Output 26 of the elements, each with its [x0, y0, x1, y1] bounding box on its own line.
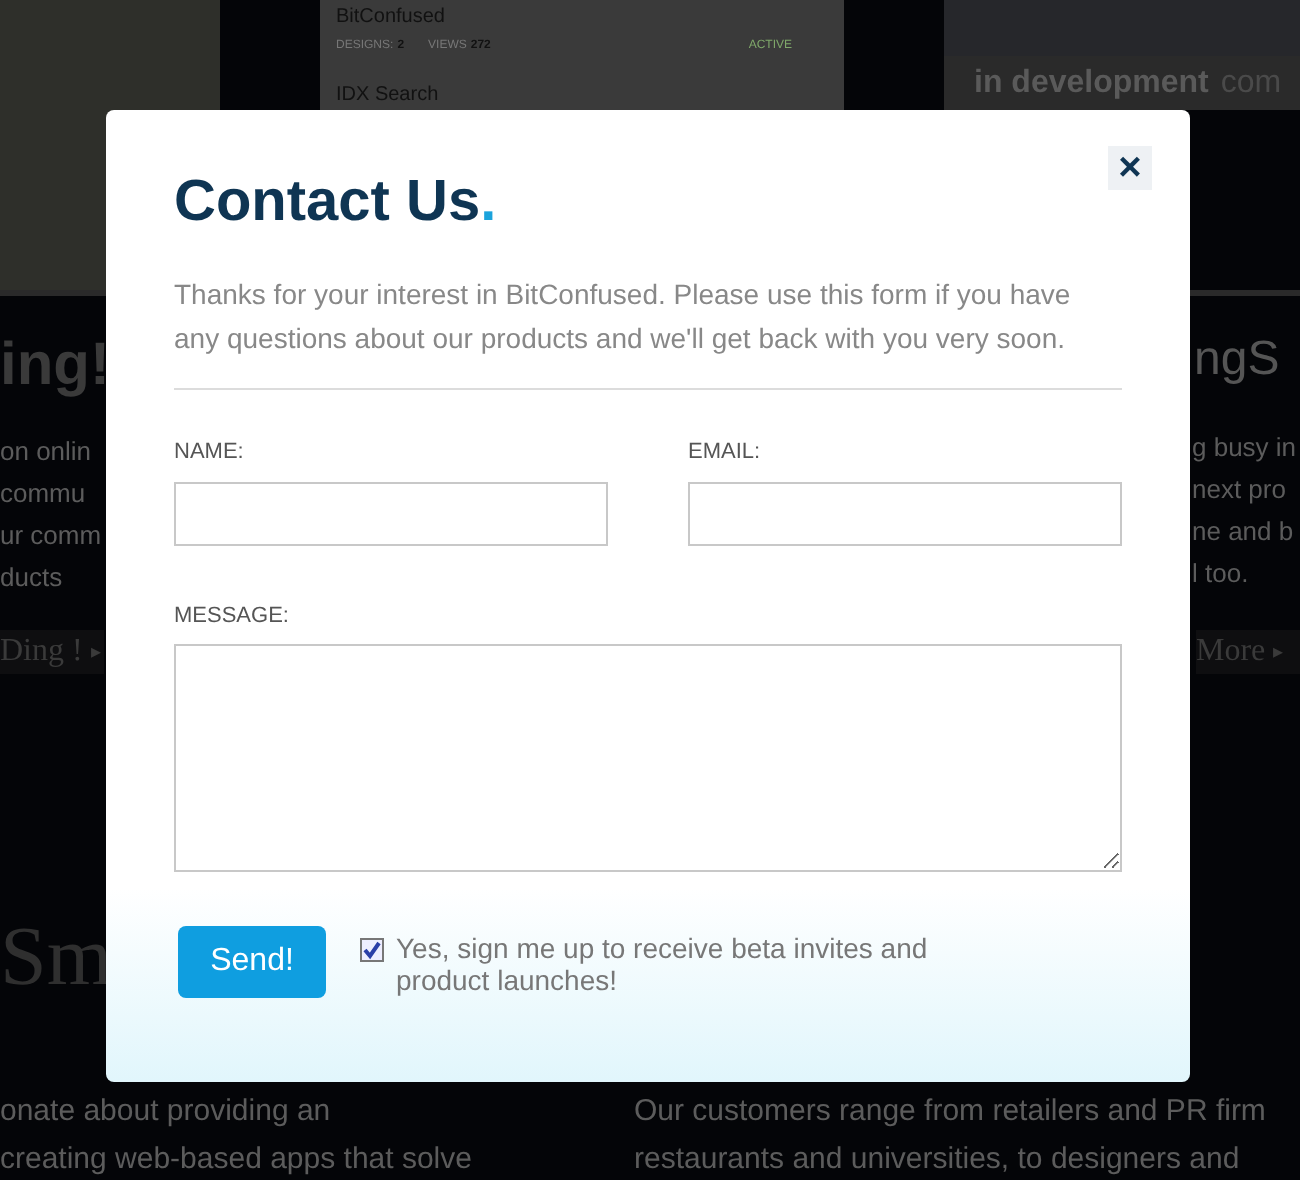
- message-field[interactable]: [174, 644, 1122, 872]
- send-button[interactable]: Send!: [178, 926, 326, 998]
- close-button[interactable]: ×: [1108, 146, 1152, 190]
- body-text: ducts: [0, 560, 63, 596]
- input-field[interactable]: [174, 481, 608, 545]
- body-text: on onlin: [0, 434, 92, 470]
- body-text: ne and b: [1192, 514, 1294, 550]
- body-text: creating web-based apps that solve: [0, 1140, 472, 1180]
- field-label: NAME:: [174, 438, 246, 468]
- checkbox-label: Yes, sign me up to receive beta invites and product launches!: [396, 932, 930, 996]
- body-text: l too.: [1192, 556, 1249, 592]
- body-text: onate about providing an: [0, 1092, 331, 1132]
- field-label: MESSAGE:: [174, 601, 291, 631]
- checkmark-icon: [362, 940, 382, 960]
- body-text: next pro: [1192, 472, 1286, 508]
- body-text: Our customers range from retailers and PR firm: [634, 1092, 1266, 1132]
- checkbox[interactable]: [360, 938, 384, 962]
- input-field[interactable]: [688, 481, 1122, 545]
- field-label: EMAIL:: [688, 438, 763, 468]
- dialog-title: Contact Us.: [174, 174, 497, 232]
- body-text: ur comm: [0, 518, 102, 554]
- body-text: commu: [0, 476, 86, 512]
- body-text: g busy in: [1192, 430, 1297, 466]
- intro-text: Thanks for your interest in BitConfused. Please use this form if you have any questions about our products and we'll get back with you very soon.: [174, 276, 1073, 358]
- section-heading: ngS: [1194, 336, 1280, 384]
- body-text: restaurants and universities, to designers and: [634, 1140, 1240, 1180]
